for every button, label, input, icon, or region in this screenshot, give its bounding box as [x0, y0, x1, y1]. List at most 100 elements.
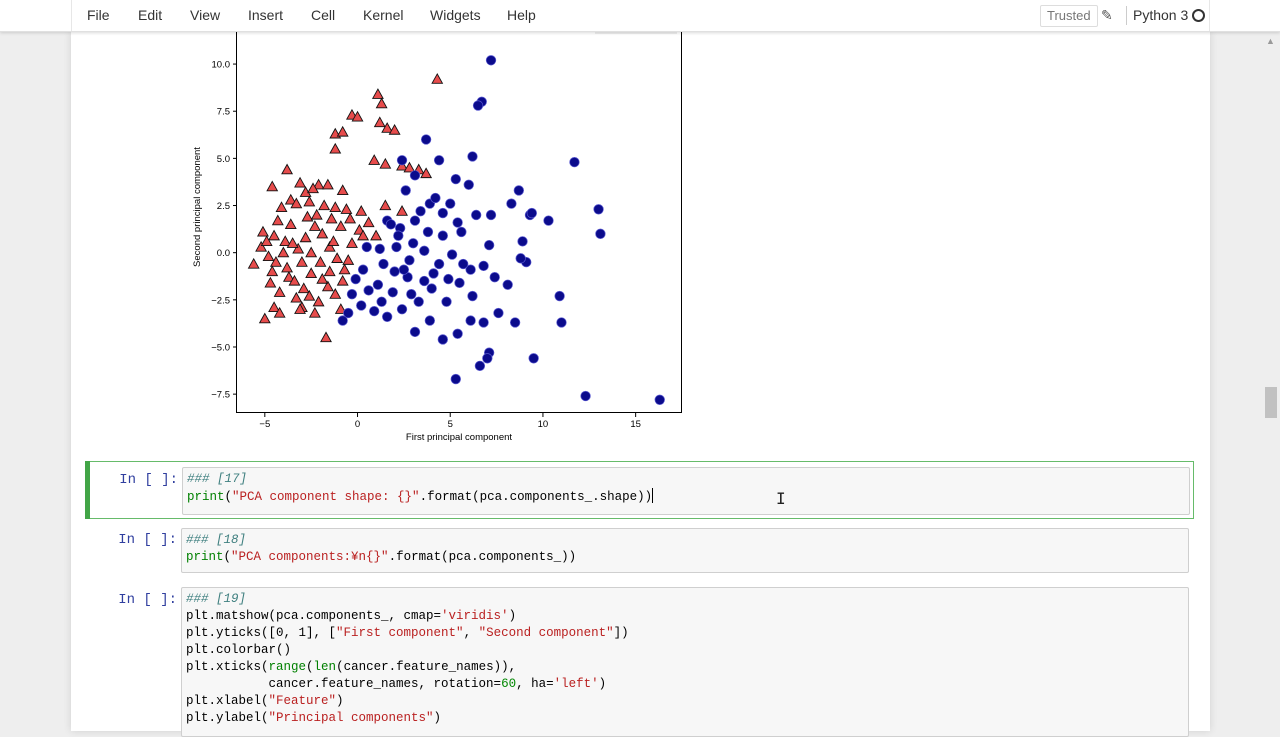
menu-edit[interactable]: Edit	[138, 7, 162, 23]
scatter-point-circle	[346, 289, 358, 300]
scatter-point-circle	[506, 198, 517, 209]
scatter-point-circle	[526, 207, 537, 219]
scatter-point-circle	[478, 317, 489, 328]
scroll-up-arrow-icon[interactable]: ▲	[1266, 36, 1275, 46]
scrollbar-thumb[interactable]	[1265, 387, 1277, 418]
menu-view[interactable]: View	[190, 7, 220, 23]
trusted-badge[interactable]: Trusted	[1040, 5, 1098, 27]
scatter-point-circle	[357, 264, 369, 275]
scatter-point-circle	[387, 287, 398, 298]
menu-help[interactable]: Help	[507, 7, 536, 23]
code-cell-19[interactable]: In [ ]: ### [19] plt.matshow(pca.componen…	[85, 580, 1194, 737]
scatter-point-circle	[437, 230, 448, 241]
scatter-point-circle	[433, 155, 445, 166]
scatter-point-triangle	[344, 212, 357, 224]
code-token: 'left'	[553, 677, 599, 691]
code-token: 'viridis'	[441, 609, 509, 623]
scatter-point-circle	[467, 151, 478, 162]
code-token: "Second component"	[478, 626, 614, 640]
scatter-point-triangle	[323, 265, 336, 277]
code-editor[interactable]: ### [18] print("PCA components:¥n{}".form…	[181, 528, 1189, 573]
scatter-point-circle	[515, 253, 526, 264]
scrollbar[interactable]	[1262, 32, 1280, 720]
scatter-point-triangle	[370, 229, 383, 241]
selected-cell-bar	[85, 461, 90, 519]
pencil-icon[interactable]: ✎	[1101, 7, 1113, 24]
scatter-point-triangle	[334, 220, 347, 231]
scatter-point-circle	[452, 217, 463, 228]
scatter-point-circle	[396, 304, 408, 315]
scatter-point-triangle	[247, 257, 260, 269]
code-line: plt.colorbar()	[186, 642, 1184, 659]
scatter-point-triangle	[256, 225, 269, 237]
scatter-point-triangle	[290, 291, 303, 303]
scatter-point-circle	[441, 296, 452, 307]
code-line: print("PCA component shape: {}".format(p…	[187, 488, 1185, 506]
code-token: , ha=	[516, 677, 554, 691]
scatter-point-triangle	[355, 205, 368, 216]
scatter-point-triangle	[281, 163, 294, 175]
code-editor[interactable]: ### [17] print("PCA component shape: {}".…	[182, 467, 1190, 515]
code-token: 60	[501, 677, 517, 691]
scatter-point-circle	[406, 289, 417, 300]
scatter-point-circle	[391, 241, 402, 253]
scatter-point-triangle	[297, 282, 310, 294]
scatter-point-circle	[389, 266, 400, 277]
scatter-point-triangle	[305, 267, 318, 279]
kernel-name[interactable]: Python 3	[1133, 7, 1188, 23]
scatter-point-triangle	[320, 331, 332, 343]
scatter-point-circle	[528, 353, 539, 364]
scatter-point-circle	[409, 326, 421, 338]
scatter-point-triangle	[329, 142, 342, 154]
code-token: plt.xticks(	[186, 660, 269, 674]
code-token: plt.matshow(pca.components_, cmap=	[186, 609, 442, 623]
scatter-point-circle	[458, 258, 469, 270]
scatter-point-triangle	[299, 231, 312, 243]
scatter-point-triangle	[375, 97, 388, 109]
scatter-point-circle	[422, 226, 434, 238]
y-tick-label: 10.0	[212, 60, 231, 71]
scatter-point-circle	[426, 283, 437, 294]
menu-kernel[interactable]: Kernel	[363, 7, 403, 23]
code-editor[interactable]: ### [19] plt.matshow(pca.components_, cma…	[181, 587, 1189, 737]
menu-file[interactable]: File	[87, 7, 110, 23]
scatter-point-circle	[369, 305, 380, 317]
code-cell-17[interactable]: In [ ]: ### [17] print("PCA component sha…	[85, 461, 1194, 519]
code-token: .format(pca.components_.shape))	[419, 490, 653, 504]
scatter-point-triangle	[331, 252, 344, 263]
scatter-point-triangle	[321, 178, 334, 190]
menu-widgets[interactable]: Widgets	[430, 7, 481, 23]
scatter-point-triangle	[303, 195, 316, 207]
scatter-point-triangle	[273, 286, 286, 297]
code-token: (	[306, 660, 314, 674]
y-tick-label: 5.0	[217, 154, 230, 165]
scatter-point-triangle	[305, 246, 318, 258]
scatter-point-triangle	[371, 88, 384, 99]
scatter-point-circle	[454, 277, 465, 289]
code-line: plt.xticks(range(len(cancer.feature_name…	[186, 659, 1184, 676]
code-token: ### [17]	[187, 472, 248, 486]
scatter-point-circle	[420, 134, 432, 145]
scatter-point-circle	[437, 207, 448, 219]
scatter-point-circle	[433, 258, 445, 270]
scatter-point-triangle	[327, 235, 340, 246]
scatter-point-triangle	[379, 199, 392, 211]
y-tick-label: 7.5	[217, 107, 230, 118]
menu-cell[interactable]: Cell	[311, 7, 335, 23]
scatter-point-triangle	[277, 246, 290, 258]
code-token: ### [19]	[186, 592, 247, 606]
scatter-point-triangle	[258, 312, 271, 324]
scatter-point-circle	[517, 236, 528, 247]
code-token: )	[598, 677, 607, 691]
code-token: )	[508, 609, 517, 623]
text-caret	[652, 488, 654, 503]
code-cell-18[interactable]: In [ ]: ### [18] print("PCA components:¥n…	[85, 521, 1194, 576]
cell-prompt: In [ ]:	[119, 472, 178, 488]
scatter-point-triangle	[362, 216, 375, 228]
menu-insert[interactable]: Insert	[248, 7, 283, 23]
scatter-point-circle	[409, 215, 421, 226]
scatter-point-circle	[556, 317, 567, 328]
code-token: ### [18]	[186, 533, 247, 547]
scatter-point-circle	[404, 255, 415, 266]
scatter-point-triangle	[368, 154, 381, 165]
